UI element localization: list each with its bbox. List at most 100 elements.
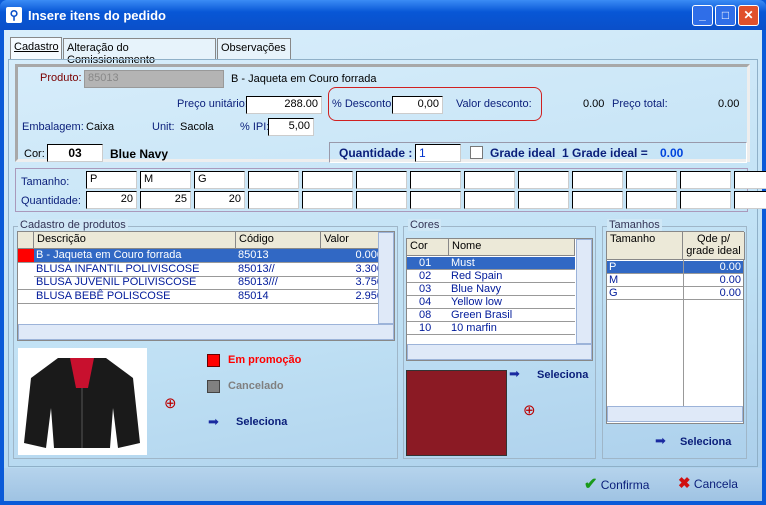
quantity-label: Quantidade : (339, 146, 413, 160)
cell-valor: 2.950 (355, 289, 383, 302)
size-label: Tamanho: (21, 176, 70, 188)
size-qty-field[interactable] (680, 191, 731, 209)
tab-alteracao-comissionamento[interactable]: Alteração do Comissionamento (63, 38, 216, 66)
arrow-right-icon: ➡ (509, 366, 520, 381)
arrow-right-icon: ➡ (208, 414, 219, 429)
cell-nome: Must (451, 257, 475, 269)
sizes-select-button[interactable]: Seleciona (680, 436, 731, 448)
cancel-legend-swatch (207, 380, 220, 393)
table-row[interactable]: 01 Must (407, 257, 575, 270)
size-qty-field[interactable] (356, 191, 407, 209)
table-row[interactable]: 02 Red Spain (407, 270, 575, 283)
jacket-image (24, 358, 140, 448)
minimize-button[interactable]: _ (692, 5, 713, 26)
products-horizontal-scrollbar[interactable] (18, 324, 394, 340)
grade-ideal-checkbox[interactable] (470, 146, 483, 159)
size-field[interactable] (248, 171, 299, 189)
table-row[interactable]: 03 Blue Navy (407, 283, 575, 296)
colors-panel-title: Cores (408, 219, 442, 231)
row-indicator (18, 276, 34, 289)
column-header-cor[interactable]: Cor (407, 239, 449, 256)
table-row[interactable]: 10 10 marfin (407, 322, 575, 335)
table-row[interactable]: P 0.00 (607, 261, 743, 274)
column-header-nome[interactable]: Nome (449, 239, 575, 256)
column-header-descricao[interactable]: Descrição (34, 232, 236, 249)
table-row[interactable]: BLUSA INFANTIL POLIVISCOSE 85013// 3.300 (18, 262, 383, 277)
size-qty-field[interactable] (518, 191, 569, 209)
sizes-horizontal-scrollbar[interactable] (607, 406, 743, 422)
cell-descricao: B - Jaqueta em Couro forrada (36, 249, 182, 261)
size-field[interactable]: P (86, 171, 137, 189)
cell-nome: 10 marfin (451, 322, 497, 334)
size-qty-field[interactable] (572, 191, 623, 209)
color-swatch-preview (406, 370, 507, 456)
colors-horizontal-scrollbar[interactable] (407, 344, 592, 360)
discount-value: 0.00 (583, 98, 605, 110)
row-indicator (18, 289, 34, 303)
cell-nome: Red Spain (451, 270, 503, 282)
column-header-codigo[interactable]: Código (236, 232, 321, 249)
size-field[interactable] (464, 171, 515, 189)
size-qty-field[interactable] (734, 191, 766, 209)
size-qty-field[interactable]: 20 (194, 191, 245, 209)
table-row[interactable]: 04 Yellow low (407, 296, 575, 309)
cell-descricao: BLUSA JUVENIL POLIVISCOSE (36, 276, 197, 288)
products-panel-title: Cadastro de produtos (18, 219, 128, 231)
cell-qde: 0.00 (719, 261, 741, 273)
zoom-icon[interactable]: ⊕ (164, 394, 177, 412)
cancel-button[interactable]: ✖ Cancela (678, 474, 738, 492)
zoom-icon[interactable]: ⊕ (523, 401, 536, 419)
confirm-button[interactable]: ✔ Confirma (584, 474, 649, 494)
size-field[interactable] (410, 171, 461, 189)
size-qty-field[interactable] (464, 191, 515, 209)
size-qty-field[interactable] (626, 191, 677, 209)
table-row[interactable]: M 0.00 (607, 274, 743, 287)
products-vertical-scrollbar[interactable] (378, 232, 394, 324)
product-code-field[interactable]: 85013 (84, 70, 224, 88)
size-field[interactable]: M (140, 171, 191, 189)
size-field[interactable] (734, 171, 766, 189)
column-header-tamanho[interactable]: Tamanho (607, 232, 683, 260)
cell-descricao: BLUSA BEBÊ POLISCOSE (36, 289, 171, 302)
size-field[interactable]: G (194, 171, 245, 189)
close-button[interactable]: ✕ (738, 5, 759, 26)
discount-pct-field[interactable]: 0,00 (392, 96, 443, 114)
cell-cor: 04 (419, 296, 432, 308)
unit-price-field[interactable]: 288.00 (246, 96, 322, 114)
cancel-legend-label: Cancelado (228, 380, 284, 392)
products-select-button[interactable]: Seleciona (236, 416, 287, 428)
size-field[interactable] (356, 171, 407, 189)
promo-legend-swatch (207, 354, 220, 367)
color-code-field[interactable]: 03 (47, 144, 103, 162)
products-grid: Descrição Código Valor B - Jaqueta em Co… (17, 231, 395, 341)
tab-cadastro[interactable]: Cadastro (10, 37, 62, 60)
cell-codigo: 85014 (238, 289, 269, 302)
row-indicator (18, 262, 34, 276)
quantity-field[interactable]: 1 (415, 144, 461, 162)
size-field[interactable] (626, 171, 677, 189)
colors-grid: Cor Nome 01 Must 02 Red Spain 03 Blue Navy 04 Y… (406, 238, 593, 361)
maximize-button[interactable]: □ (715, 5, 736, 26)
size-qty-field[interactable] (302, 191, 353, 209)
size-field[interactable] (518, 171, 569, 189)
size-field[interactable] (572, 171, 623, 189)
table-row[interactable]: B - Jaqueta em Couro forrada 85013 0.000 (18, 249, 383, 263)
table-row[interactable]: 08 Green Brasil (407, 309, 575, 322)
table-row[interactable]: BLUSA JUVENIL POLIVISCOSE 85013/// 3.750 (18, 276, 383, 290)
column-header-qde-grade[interactable]: Qde p/ grade ideal (683, 232, 745, 260)
size-qty-field[interactable]: 20 (86, 191, 137, 209)
size-field[interactable] (302, 171, 353, 189)
ipi-field[interactable]: 5,00 (268, 118, 314, 136)
grade-summary-value: 0.00 (660, 146, 684, 160)
size-qty-field[interactable] (248, 191, 299, 209)
table-row[interactable]: G 0.00 (607, 287, 743, 300)
cell-codigo: 85013 (238, 249, 269, 261)
tab-observacoes[interactable]: Observações (217, 38, 291, 59)
colors-select-button[interactable]: Seleciona (537, 369, 588, 381)
table-row[interactable]: BLUSA BEBÊ POLISCOSE 85014 2.950 (18, 289, 383, 304)
grade-ideal-label: Grade ideal (490, 146, 556, 160)
size-qty-field[interactable] (410, 191, 461, 209)
colors-vertical-scrollbar[interactable] (576, 239, 592, 344)
size-field[interactable] (680, 171, 731, 189)
size-qty-field[interactable]: 25 (140, 191, 191, 209)
